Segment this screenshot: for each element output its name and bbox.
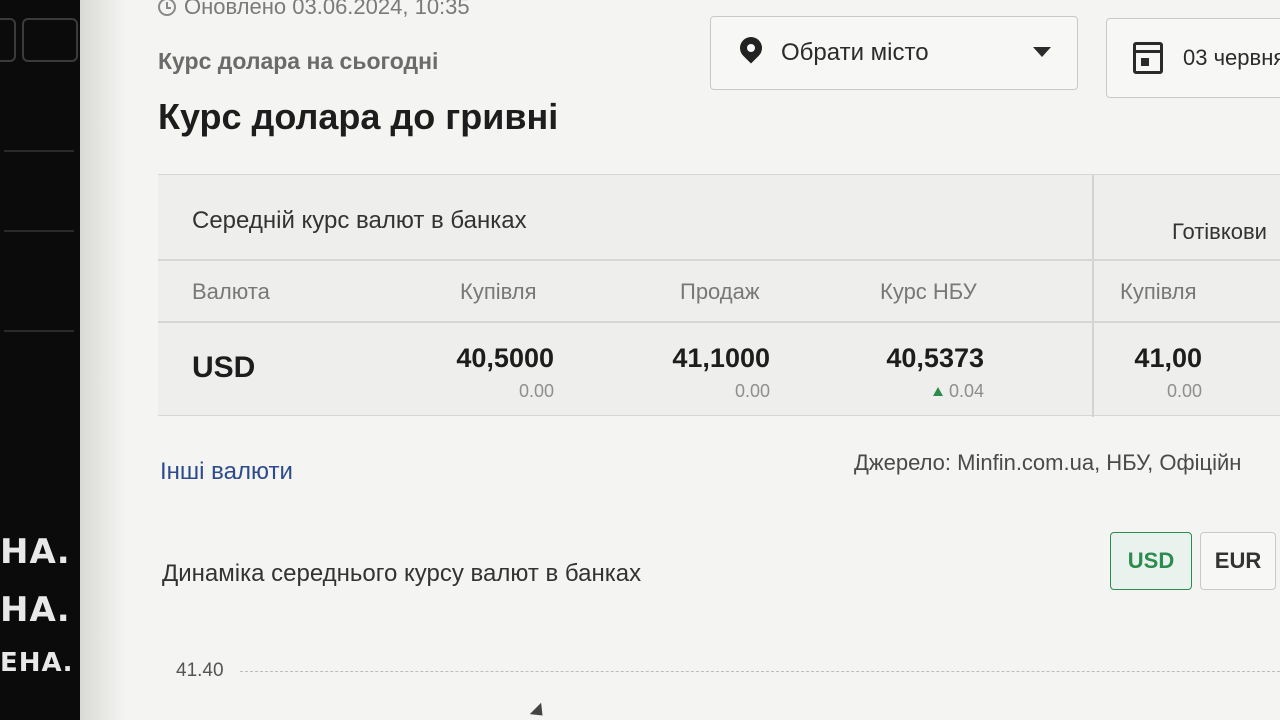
calendar-icon bbox=[1133, 42, 1163, 74]
cash-buy-change: 0.00 bbox=[1166, 381, 1202, 401]
header-cash-buy: Купівля bbox=[1120, 279, 1197, 304]
eur-button[interactable]: EUR bbox=[1200, 532, 1276, 590]
row-divider bbox=[158, 321, 1280, 323]
background-strip: НА. НА. ЕНА. bbox=[0, 0, 84, 720]
y-axis-tick: 41.40 bbox=[176, 660, 224, 681]
nbu-change: 0.04 bbox=[834, 381, 984, 402]
map-pin-icon bbox=[739, 37, 763, 69]
buy-change: 0.00 bbox=[518, 381, 554, 401]
nbu-rate: 40,5373 bbox=[886, 343, 984, 373]
edge-text: ЕНА. bbox=[0, 648, 74, 678]
chevron-down-icon bbox=[1033, 47, 1051, 57]
rates-table: Середній курс валют в банках Готівкови В… bbox=[158, 174, 1280, 417]
header-sell: Продаж bbox=[680, 279, 760, 304]
chart-title: Динаміка середнього курсу валют в банках bbox=[162, 560, 642, 587]
date-picker-label: 03 червня bbox=[1183, 45, 1280, 70]
strip-line bbox=[4, 330, 74, 332]
page-title: Курс долара до гривні bbox=[158, 96, 559, 137]
monitor-edge bbox=[0, 18, 16, 62]
banks-group-header: Середній курс валют в банках bbox=[192, 207, 527, 234]
currency-code: USD bbox=[192, 351, 256, 384]
edge-text: НА. bbox=[0, 590, 71, 630]
strip-line bbox=[4, 150, 74, 152]
page-subtitle: Курс долара на сьогодні bbox=[158, 48, 439, 74]
cash-buy-rate: 41,00 bbox=[1134, 343, 1202, 373]
city-select[interactable]: Обрати місто bbox=[710, 16, 1078, 90]
updated-timestamp: Оновлено 03.06.2024, 10:35 bbox=[158, 0, 470, 20]
strip-line bbox=[4, 230, 74, 232]
arrow-up-icon bbox=[932, 387, 943, 396]
page-shadow bbox=[80, 0, 126, 720]
nbu-change-value: 0.04 bbox=[948, 381, 984, 401]
row-divider bbox=[158, 259, 1280, 261]
header-nbu: Курс НБУ bbox=[880, 279, 977, 304]
city-select-label: Обрати місто bbox=[781, 39, 929, 66]
mouse-cursor-icon bbox=[529, 702, 549, 720]
sell-rate: 41,1000 bbox=[672, 343, 770, 373]
chart-gridline bbox=[240, 671, 1280, 672]
updated-text: Оновлено 03.06.2024, 10:35 bbox=[184, 0, 470, 19]
clock-icon bbox=[158, 0, 176, 16]
date-picker[interactable]: 03 червня bbox=[1106, 18, 1280, 98]
monitor-frame bbox=[22, 18, 78, 62]
source-note: Джерело: Minfin.com.ua, НБУ, Офіційн bbox=[854, 450, 1242, 475]
buy-rate: 40,5000 bbox=[456, 343, 554, 373]
cash-group-header: Готівкови bbox=[1172, 219, 1267, 244]
usd-button[interactable]: USD bbox=[1110, 532, 1192, 590]
edge-text: НА. bbox=[0, 532, 71, 572]
sell-change: 0.00 bbox=[734, 381, 770, 401]
web-page: Оновлено 03.06.2024, 10:35 Курс долара н… bbox=[80, 0, 1280, 720]
other-currencies-link[interactable]: Інші валюти bbox=[160, 458, 293, 486]
header-buy: Купівля bbox=[460, 279, 537, 304]
header-currency: Валюта bbox=[192, 279, 270, 304]
